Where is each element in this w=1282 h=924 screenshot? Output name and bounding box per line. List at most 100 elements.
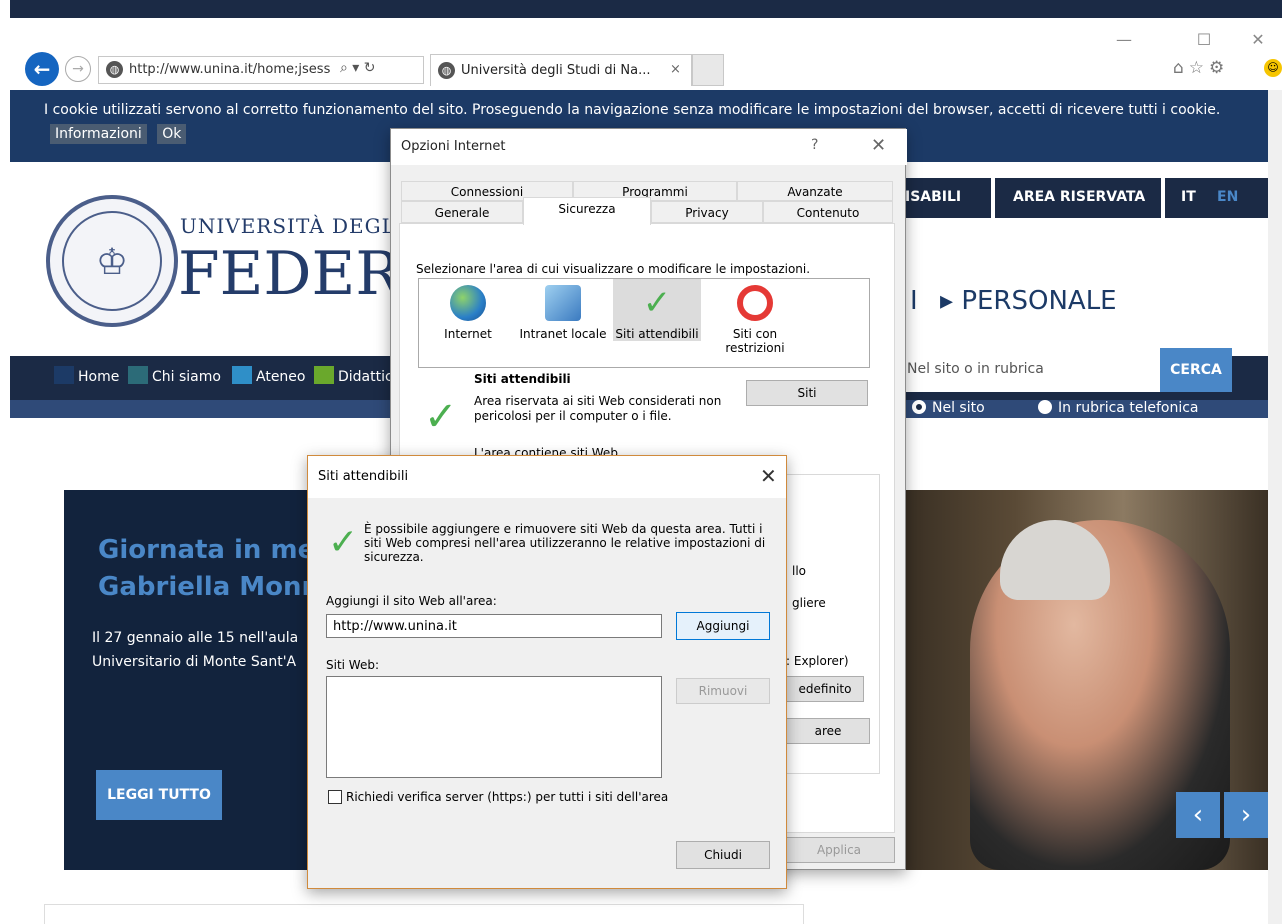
reset-zones-button[interactable]: aree [786,718,870,744]
sites-button[interactable]: Siti [746,380,868,406]
forward-button[interactable]: → [65,56,91,82]
zone-instruction: Selezionare l'area di cui visualizzare o… [416,262,811,276]
hero-title: Giornata in me Gabriella Monr [98,532,315,606]
hero-title-line: Gabriella Monr [98,572,315,602]
nav-square-icon [314,366,334,384]
content-card [44,904,804,924]
new-tab-button[interactable] [692,54,724,86]
restricted-icon [737,285,773,321]
add-site-label: Aggiungi il sito Web all'area: [326,594,497,608]
cookie-ok-button[interactable]: Ok [157,124,187,144]
header-link-disabili[interactable]: ISABILI [905,189,961,205]
radio-selected-icon [912,400,926,414]
security-option-text: : Explorer) [786,654,849,668]
cookie-text: I cookie utilizzati servono al corretto … [44,102,1221,118]
zone-restricted[interactable]: Siti con restrizioni [715,279,795,355]
search-button[interactable]: CERCA [1160,348,1232,392]
tab-generale[interactable]: Generale [401,201,523,223]
lang-en[interactable]: EN [1217,189,1238,205]
lang-it[interactable]: IT [1181,189,1196,205]
header-links: ISABILI AREA RISERVATA IT EN [895,178,1268,218]
nav-label: Home [78,369,120,385]
add-site-input[interactable] [326,614,662,638]
sites-list[interactable] [326,676,662,778]
search-input[interactable]: Nel sito o in rubrica [905,348,1160,392]
dialog-close-button[interactable]: ✕ [760,464,777,488]
dialog-title: Opzioni Internet [391,129,907,165]
nav-item-didattica[interactable]: Didattic [314,366,393,385]
browser-toolbar: — ☐ ✕ ← → http://www.unina.it/home;jsess… [10,18,1282,90]
hero-text: Il 27 gennaio alle 15 nell'aula Universi… [92,626,298,674]
seal-figure-icon: ♔ [62,211,162,311]
tab-globe-icon: ◍ [438,62,455,79]
tab-avanzate[interactable]: Avanzate [737,181,893,201]
personale-link[interactable]: ▸ PERSONALE [940,286,1117,316]
zone-trusted[interactable]: ✓ Siti attendibili [613,279,701,341]
tab-close-icon[interactable]: × [670,62,684,77]
nav-item-home[interactable]: Home [54,366,119,385]
zone-description: Area riservata ai siti Web considerati n… [474,394,722,423]
dialog-title: Siti attendibili [308,456,786,498]
browser-tab[interactable]: Università degli Studi di Na... [430,54,692,86]
zone-list: Internet Intranet locale ✓ Siti attendibi… [418,278,870,368]
close-button[interactable]: Chiudi [676,841,770,869]
radio-rubrica[interactable]: In rubrica telefonica [1038,400,1198,416]
default-level-button[interactable]: edefinito [786,676,864,702]
nav-square-icon [128,366,148,384]
desktop-strip [0,0,10,924]
nav-label: Didattic [338,369,393,385]
zone-title: Siti attendibili [474,372,571,386]
https-checkbox[interactable] [328,790,342,804]
header-link-area-riservata[interactable]: AREA RISERVATA [1013,189,1145,205]
security-option-text: llo [792,564,807,578]
site-globe-icon: ◍ [106,61,123,78]
tab-contenuto[interactable]: Contenuto [763,201,893,223]
trusted-sites-dialog: Siti attendibili ✕ ✓ È possibile aggiung… [307,455,787,889]
checkmark-icon: ✓ [328,522,359,563]
zone-label: Siti con restrizioni [725,327,785,355]
help-button[interactable]: ? [811,137,818,153]
network-icon [545,285,581,321]
window-close-button[interactable]: ✕ [1244,28,1272,52]
radio-nel-sito[interactable]: Nel sito [912,400,985,416]
radio-label: Nel sito [932,400,985,416]
header-separator: I [910,286,918,316]
add-button[interactable]: Aggiungi [676,612,770,640]
security-option-text: gliere [792,596,826,610]
feedback-smiley-icon[interactable]: ☺ [1264,59,1282,77]
nav-square-icon [54,366,74,384]
carousel-prev-button[interactable]: ‹ [1176,792,1220,838]
zone-internet[interactable]: Internet [433,279,503,341]
globe-icon [450,285,486,321]
dialog-close-button[interactable]: ✕ [871,135,886,156]
zone-intranet[interactable]: Intranet locale [513,279,613,341]
nav-item-ateneo[interactable]: Ateneo [232,366,306,385]
tab-privacy[interactable]: Privacy [651,201,763,223]
nav-item-chi-siamo[interactable]: Chi siamo [128,366,221,385]
remove-button[interactable]: Rimuovi [676,678,770,704]
page-scrollbar[interactable] [1268,90,1282,924]
cookie-info-button[interactable]: Informazioni [50,124,147,144]
desktop-background [0,0,1282,18]
hero-title-line: Giornata in me [98,535,316,565]
dialog-info-text: È possibile aggiungere e rimuovere siti … [364,522,766,564]
apply-button[interactable]: Applica [783,837,895,863]
header-divider [991,178,995,218]
checkmark-icon: ✓ [424,394,458,440]
nav-square-icon [232,366,252,384]
nav-label: Chi siamo [152,369,221,385]
radio-label: In rubrica telefonica [1058,400,1199,416]
back-button[interactable]: ← [25,52,59,86]
carousel-next-button[interactable]: › [1224,792,1268,838]
https-checkbox-label: Richiedi verifica server (https:) per tu… [346,790,669,804]
nav-label: Ateneo [256,369,306,385]
address-actions[interactable]: ⌕ ▾ ↻ [340,60,420,76]
hero-text-line: Il 27 gennaio alle 15 nell'aula [92,630,299,646]
tab-sicurezza[interactable]: Sicurezza [523,197,651,225]
zone-label: Intranet locale [519,327,607,341]
minimize-button[interactable]: — [1110,28,1138,52]
sites-list-label: Siti Web: [326,658,380,672]
read-more-button[interactable]: LEGGI TUTTO [96,770,222,820]
hero-text-line: Universitario di Monte Sant'A [92,654,297,670]
maximize-button[interactable]: ☐ [1190,28,1218,52]
